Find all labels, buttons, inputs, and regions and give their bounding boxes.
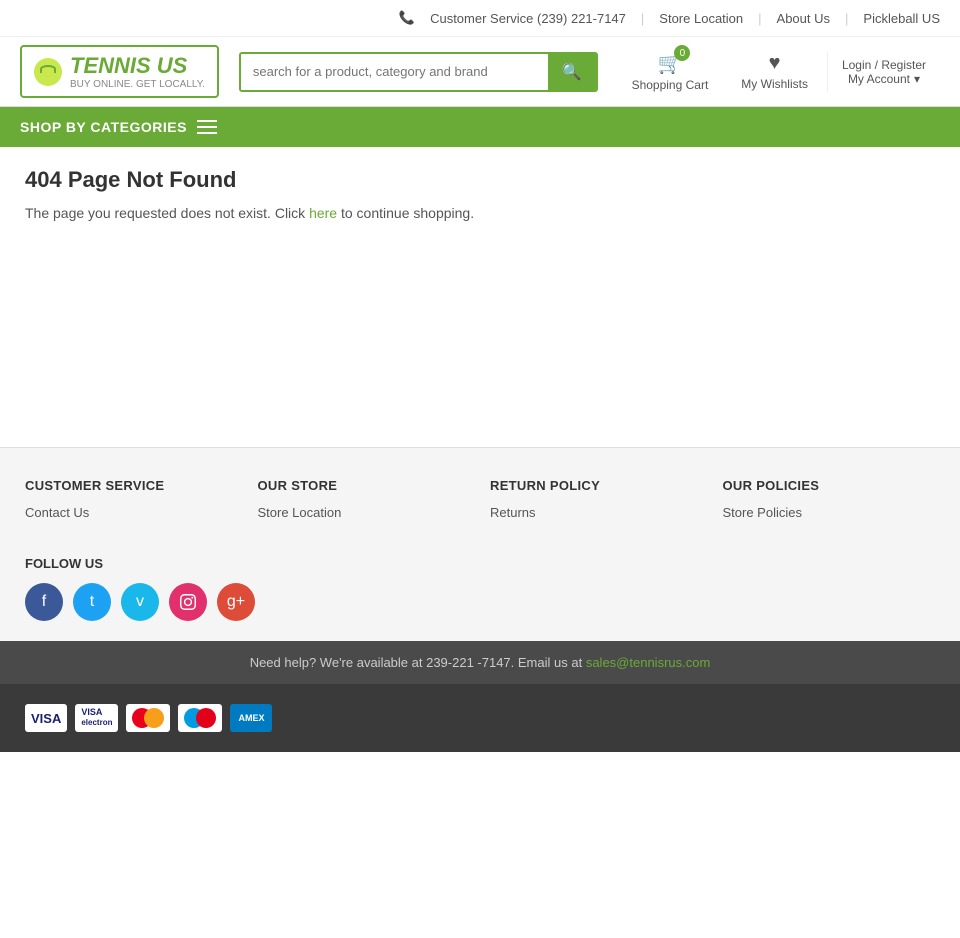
facebook-icon[interactable]: f [25,583,63,621]
cart-button[interactable]: 🛒 0 Shopping Cart [618,45,723,98]
follow-us-section: FOLLOW US f t v g+ [25,556,935,621]
page-message-end: to continue shopping. [341,205,474,221]
about-us-link[interactable]: About Us [777,11,830,26]
our-store-heading: OUR STORE [258,478,471,493]
mastercard-icon [126,704,170,732]
cart-badge: 0 [674,45,690,61]
cart-icon: 🛒 0 [657,51,682,76]
customer-service-label: Customer Service (239) 221-7147 [430,11,626,26]
footer-grid: CUSTOMER SERVICE Contact Us OUR STORE St… [25,478,935,526]
visa-electron-card-icon: VISAelectron [75,704,118,732]
amex-card-icon: AMEX [230,704,272,732]
top-bar-links: 📞 Customer Service (239) 221-7147 | Stor… [399,10,940,26]
maestro-card-icon [178,704,222,732]
header: TENNIS US BUY ONLINE. GET LOCALLY. 🔍 🛒 0… [0,37,960,107]
top-bar: 📞 Customer Service (239) 221-7147 | Stor… [0,0,960,37]
wishlist-icon: ♥ [769,52,781,75]
footer-customer-service: CUSTOMER SERVICE Contact Us [25,478,238,526]
chevron-down-icon: ▾ [914,72,920,86]
search-input[interactable] [241,54,548,90]
footer-return-policy: RETURN POLICY Returns [490,478,703,526]
shop-by-categories-button[interactable]: SHOP BY CATEGORIES [0,107,237,147]
logo-container: TENNIS US BUY ONLINE. GET LOCALLY. [20,45,219,98]
return-policy-heading: RETURN POLICY [490,478,703,493]
cart-label: Shopping Cart [632,78,709,92]
main-content: 404 Page Not Found The page you requeste… [0,147,960,447]
page-title: 404 Page Not Found [25,167,935,193]
footer: CUSTOMER SERVICE Contact Us OUR STORE St… [0,447,960,641]
instagram-icon[interactable] [169,583,207,621]
wishlist-button[interactable]: ♥ My Wishlists [727,46,822,97]
header-actions: 🛒 0 Shopping Cart ♥ My Wishlists Login /… [618,45,940,98]
footer-help-text: Need help? We're available at 239-221 -7… [250,655,583,670]
here-link[interactable]: here [309,205,337,221]
logo-box: TENNIS US BUY ONLINE. GET LOCALLY. [20,45,219,98]
social-icons: f t v g+ [25,583,935,621]
category-nav: SHOP BY CATEGORIES [0,107,960,147]
logo-text-block: TENNIS US BUY ONLINE. GET LOCALLY. [70,53,205,90]
page-message-text: The page you requested does not exist. C… [25,205,305,221]
our-policies-heading: OUR POLICIES [723,478,936,493]
logo-text: TENNIS US [70,53,187,78]
wishlist-label: My Wishlists [741,77,808,91]
googleplus-icon[interactable]: g+ [217,583,255,621]
footer-email-link[interactable]: sales@tennisrus.com [586,655,710,670]
separator1: | [641,11,644,26]
search-button[interactable]: 🔍 [548,54,596,90]
store-policies-link[interactable]: Store Policies [723,505,936,520]
my-account-dropdown[interactable]: My Account ▾ [848,72,920,86]
follow-us-heading: FOLLOW US [25,556,935,571]
account-button[interactable]: Login / Register My Account ▾ [827,52,940,92]
hamburger-icon [197,120,217,134]
separator3: | [845,11,848,26]
footer-bottom: Need help? We're available at 239-221 -7… [0,641,960,684]
store-location-link[interactable]: Store Location [659,11,743,26]
my-account-label: My Account [848,72,910,86]
pickleball-link[interactable]: Pickleball US [863,11,940,26]
phone-icon: 📞 [399,10,415,26]
vimeo-icon[interactable]: v [121,583,159,621]
contact-us-link[interactable]: Contact Us [25,505,238,520]
store-location-footer-link[interactable]: Store Location [258,505,471,520]
footer-our-policies: OUR POLICIES Store Policies [723,478,936,526]
login-register-label: Login / Register [842,58,926,72]
customer-service-heading: CUSTOMER SERVICE [25,478,238,493]
search-bar: 🔍 [239,52,598,92]
shop-by-categories-label: SHOP BY CATEGORIES [20,119,187,135]
separator2: | [758,11,761,26]
payment-section: VISA VISAelectron AMEX [0,684,960,752]
logo-ball-icon [34,58,62,86]
footer-our-store: OUR STORE Store Location [258,478,471,526]
twitter-icon[interactable]: t [73,583,111,621]
returns-link[interactable]: Returns [490,505,703,520]
visa-card-icon: VISA [25,704,67,732]
page-message: The page you requested does not exist. C… [25,205,935,221]
logo-subtext: BUY ONLINE. GET LOCALLY. [70,79,205,90]
